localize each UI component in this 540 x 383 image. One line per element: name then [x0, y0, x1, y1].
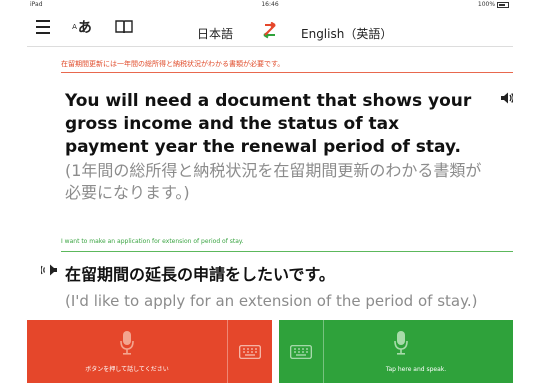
dictionary-button[interactable] — [113, 18, 135, 36]
toolbar: Aあ 日本語 English（英語） — [27, 10, 513, 47]
japanese-translation: 在留期間の延長の申請をしたいです。 — [65, 265, 335, 284]
japanese-speak-button[interactable]: ボタンを押して話してください — [27, 320, 272, 383]
microphone-icon — [120, 331, 134, 355]
english-keyboard-button[interactable] — [279, 320, 324, 383]
speaker-left-icon[interactable] — [41, 262, 59, 278]
japanese-keyboard-button[interactable] — [227, 320, 272, 383]
battery-icon — [497, 1, 509, 8]
target-input-caption: I want to make an application for extens… — [61, 238, 244, 245]
divider-red — [61, 72, 513, 73]
japanese-speak-label: ボタンを押して話してください — [85, 366, 169, 373]
status-time: 16:46 — [261, 1, 279, 8]
back-translation-japanese: (1年間の総所得と納税状況を在留期間更新のわかる書類が必要になります。) — [65, 161, 482, 202]
battery-percent: 100% — [477, 1, 496, 8]
english-speak-button[interactable]: Tap here and speak. — [279, 320, 513, 383]
target-language-button[interactable]: English（英語） — [301, 25, 392, 42]
english-translation: You will need a document that shows your… — [65, 91, 472, 157]
battery-status: 100% — [478, 1, 509, 8]
microphone-icon — [394, 331, 408, 355]
keyboard-icon — [290, 344, 312, 359]
hiragana-small-label: A — [72, 23, 77, 31]
swap-languages-icon[interactable] — [259, 22, 281, 40]
back-translation-english: (I'd like to apply for an extension of t… — [65, 292, 478, 310]
app-screen: iPad 16:46 100% Aあ 日本語 English（英語） 在留期間更… — [27, 0, 513, 383]
hiragana-toggle-button[interactable]: Aあ — [67, 18, 97, 36]
divider-green — [61, 251, 513, 252]
book-icon — [115, 20, 133, 34]
hamburger-icon — [36, 18, 50, 36]
keyboard-icon — [239, 344, 261, 359]
hiragana-label: あ — [77, 20, 92, 36]
source-input-caption: 在留期間更新には一年間の総所得と納税状況がわかる書類が必要です。 — [61, 60, 285, 68]
source-language-button[interactable]: 日本語 — [197, 25, 233, 42]
speaker-icon[interactable] — [499, 90, 513, 106]
speak-button-row: ボタンを押して話してください Tap here and speak. — [27, 320, 513, 383]
english-speak-label: Tap here and speak. — [385, 366, 447, 373]
menu-button[interactable] — [33, 18, 53, 36]
status-bar: iPad 16:46 100% — [27, 0, 513, 10]
